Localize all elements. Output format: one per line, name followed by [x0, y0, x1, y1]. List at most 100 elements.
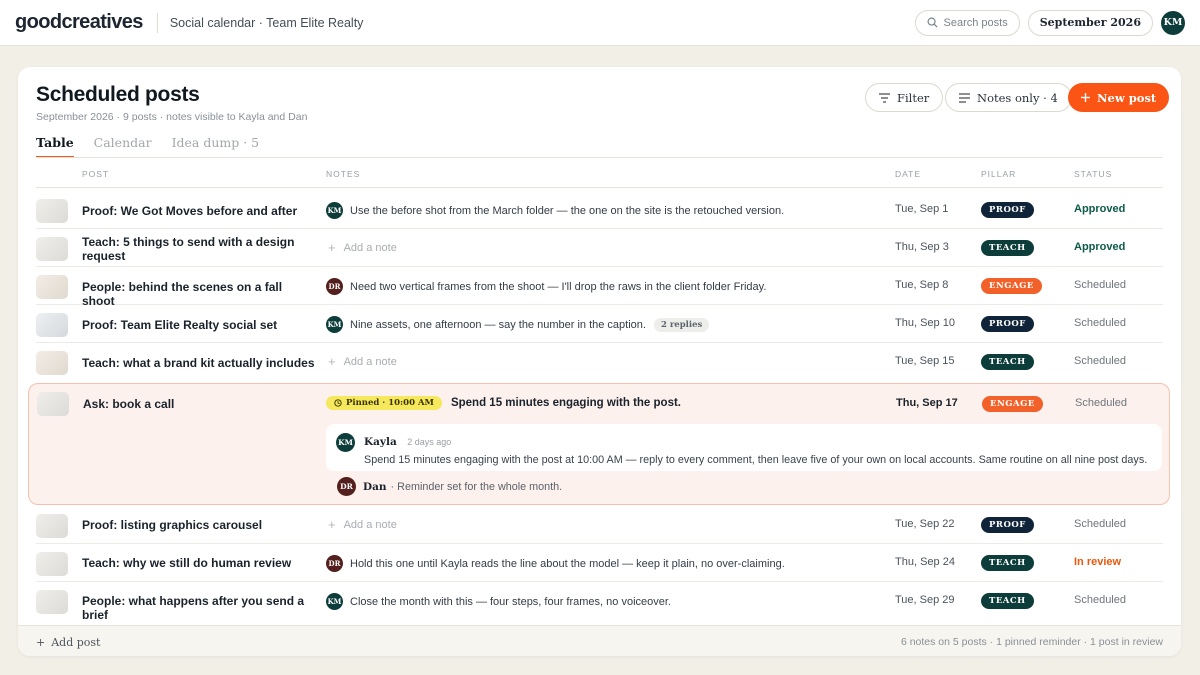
status-label[interactable]: Scheduled [1074, 355, 1126, 367]
pillar-badge: PROOF [981, 202, 1034, 218]
header-pillar[interactable]: Pillar [981, 169, 1016, 179]
notes-only-label: Notes only · 4 [977, 90, 1058, 105]
month-selector[interactable]: September 2026 [1027, 9, 1153, 36]
page-title: Scheduled posts [36, 83, 200, 106]
comment-author-avatar: KM [336, 433, 355, 452]
post-title[interactable]: Teach: why we still do human review [82, 556, 318, 570]
post-thumbnail[interactable] [37, 392, 69, 416]
filter-label: Filter [897, 90, 930, 105]
pillar-badge: TEACH [981, 593, 1034, 609]
post-title[interactable]: Proof: We Got Moves before and after [82, 204, 318, 218]
table-row[interactable]: Teach: why we still do human review DR H… [36, 544, 1163, 582]
post-title[interactable]: Teach: 5 things to send with a design re… [82, 235, 318, 263]
status-label[interactable]: In review [1074, 556, 1121, 568]
note-text: Use the before shot from the March folde… [350, 204, 785, 217]
post-date: Tue, Sep 15 [895, 355, 955, 367]
pinned-label: Pinned · 10:00 AM [346, 398, 434, 408]
status-label[interactable]: Scheduled [1075, 397, 1127, 409]
table-row[interactable]: People: what happens after you send a br… [36, 582, 1163, 622]
note[interactable]: KM Use the before shot from the March fo… [326, 202, 784, 219]
post-title[interactable]: Proof: listing graphics carousel [82, 518, 318, 532]
table-row[interactable]: Proof: Team Elite Realty social set KM N… [36, 305, 1163, 343]
pillar-badge: PROOF [981, 316, 1034, 332]
note-text: Nine assets, one afternoon — say the num… [350, 318, 646, 331]
search-input[interactable]: Search posts [914, 9, 1020, 36]
comment-text: Spend 15 minutes engaging with the post … [364, 454, 1148, 466]
user-avatar[interactable]: KM [1161, 10, 1185, 35]
post-date: Tue, Sep 22 [895, 518, 955, 530]
note-text: Need two vertical frames from the shoot … [350, 280, 767, 293]
pillar-badge: TEACH [981, 354, 1034, 370]
status-label[interactable]: Approved [1074, 241, 1125, 253]
pillar-badge: ENGAGE [982, 396, 1043, 412]
post-thumbnail[interactable] [36, 514, 68, 538]
note[interactable]: KM Close the month with this — four step… [326, 593, 671, 610]
app-logo[interactable]: goodcreatives [15, 11, 143, 34]
post-title[interactable]: Teach: what a brand kit actually include… [82, 356, 318, 370]
status-label[interactable]: Scheduled [1074, 518, 1126, 530]
pinned-note[interactable]: Pinned · 10:00 AM Spend 15 minutes engag… [326, 396, 681, 410]
post-thumbnail[interactable] [36, 351, 68, 375]
add-post-button[interactable]: + Add post [36, 636, 100, 649]
expanded-row[interactable]: Ask: book a call Pinned · 10:00 AM Spend… [28, 383, 1170, 505]
status-label[interactable]: Approved [1074, 203, 1125, 215]
plus-icon: + [328, 517, 336, 532]
table-row[interactable]: Teach: what a brand kit actually include… [36, 343, 1163, 381]
new-post-button[interactable]: New post [1068, 83, 1170, 112]
post-thumbnail[interactable] [36, 199, 68, 223]
table-footer: + Add post 6 notes on 5 posts · 1 pinned … [18, 625, 1181, 656]
tab-calendar[interactable]: Calendar [94, 135, 152, 158]
note[interactable]: DR Hold this one until Kayla reads the l… [326, 555, 785, 572]
status-label[interactable]: Scheduled [1074, 594, 1126, 606]
header-status[interactable]: Status [1074, 169, 1112, 179]
note-text: Spend 15 minutes engaging with the post. [450, 397, 681, 409]
add-post-label: Add post [51, 636, 101, 649]
note-author-avatar: KM [326, 202, 343, 219]
table-row[interactable]: People: behind the scenes on a fall shoo… [36, 267, 1163, 308]
notes-only-toggle[interactable]: Notes only · 4 [945, 83, 1072, 112]
post-title[interactable]: Proof: Team Elite Realty social set [82, 318, 318, 332]
pillar-badge: TEACH [981, 555, 1034, 571]
post-thumbnail[interactable] [36, 275, 68, 299]
search-placeholder: Search posts [943, 16, 1008, 29]
tab-idea-dump[interactable]: Idea dump · 5 [172, 135, 260, 158]
pinned-badge[interactable]: Pinned · 10:00 AM [326, 396, 442, 410]
header-date[interactable]: Date [895, 169, 921, 179]
note-author-avatar: KM [326, 593, 343, 610]
header-notes[interactable]: Notes [326, 169, 360, 179]
add-note-button[interactable]: + Add a note [326, 517, 397, 532]
post-title[interactable]: People: what happens after you send a br… [82, 594, 322, 622]
plus-icon: + [36, 636, 46, 649]
header-post[interactable]: Post [82, 169, 109, 179]
table-row[interactable]: Teach: 5 things to send with a design re… [36, 229, 1163, 267]
post-thumbnail[interactable] [36, 313, 68, 337]
note[interactable]: DR Need two vertical frames from the sho… [326, 278, 766, 295]
new-post-label: New post [1097, 90, 1157, 105]
clock-icon [334, 399, 342, 407]
add-note-button[interactable]: + Add a note [326, 354, 397, 369]
post-title[interactable]: People: behind the scenes on a fall shoo… [82, 280, 318, 308]
table-row[interactable]: Proof: listing graphics carousel + Add a… [36, 506, 1163, 544]
note-author-avatar: DR [326, 555, 343, 572]
add-note-label: Add a note [343, 518, 397, 531]
comment-author: Kayla [364, 436, 397, 448]
post-title[interactable]: Ask: book a call [83, 397, 319, 411]
tab-table[interactable]: Table [36, 135, 74, 158]
table-row[interactable]: Proof: We Got Moves before and after KM … [36, 191, 1163, 229]
scheduled-posts-panel: Scheduled posts September 2026 · 9 posts… [18, 67, 1181, 656]
post-date: Tue, Sep 1 [895, 203, 949, 215]
post-thumbnail[interactable] [36, 552, 68, 576]
search-icon [927, 17, 938, 28]
reply: DR Dan · Reminder set for the whole mont… [337, 477, 562, 496]
pillar-badge: TEACH [981, 240, 1034, 256]
filter-button[interactable]: Filter [865, 83, 944, 112]
replies-badge[interactable]: 2 replies [653, 317, 710, 332]
post-thumbnail[interactable] [36, 237, 68, 261]
note[interactable]: KM Nine assets, one afternoon — say the … [326, 316, 710, 333]
post-date: Thu, Sep 10 [895, 317, 955, 329]
table-header: Post Notes Date Pillar Status [36, 160, 1163, 188]
post-thumbnail[interactable] [36, 590, 68, 614]
status-label[interactable]: Scheduled [1074, 279, 1126, 291]
status-label[interactable]: Scheduled [1074, 317, 1126, 329]
add-note-button[interactable]: + Add a note [326, 240, 397, 255]
